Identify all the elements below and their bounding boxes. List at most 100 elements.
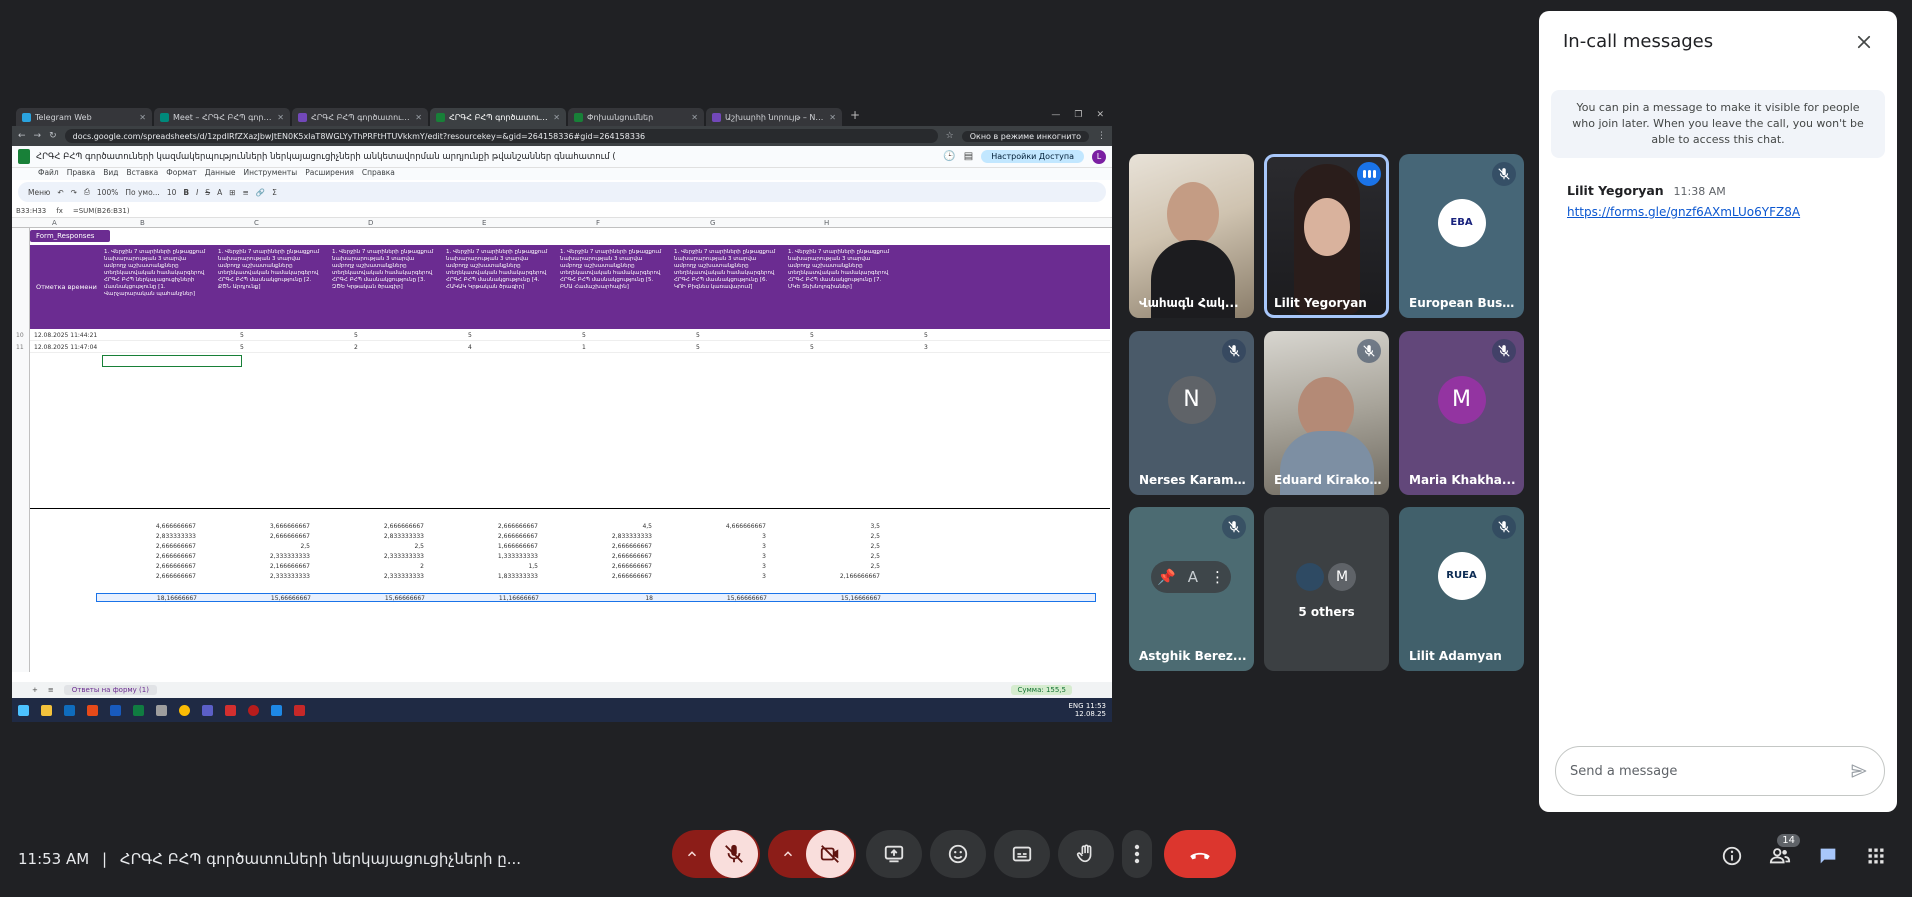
borders-icon[interactable]: ⊞ xyxy=(229,188,235,197)
sum-indicator[interactable]: Сумма: 155,5 xyxy=(1011,685,1072,695)
column-header[interactable]: H xyxy=(824,219,829,227)
close-tab-icon[interactable]: ✕ xyxy=(829,113,836,122)
search-menu[interactable]: Меню xyxy=(28,188,50,197)
back-icon[interactable]: ← xyxy=(18,131,26,141)
close-window-icon[interactable]: ✕ xyxy=(1096,110,1104,120)
table-row[interactable]: 2,666666667 2,333333333 2,333333333 1,83… xyxy=(96,572,1096,581)
sheets-logo-icon[interactable] xyxy=(18,149,30,164)
address-bar[interactable]: docs.google.com/spreadsheets/d/1zpdIRfZX… xyxy=(64,129,938,143)
column-header[interactable]: F xyxy=(596,219,600,227)
captions-button[interactable] xyxy=(994,830,1050,878)
close-tab-icon[interactable]: ✕ xyxy=(139,113,146,122)
app-icon[interactable] xyxy=(225,704,236,716)
form-responses-tag[interactable]: Form_Responses xyxy=(30,230,110,242)
table-row[interactable]: 11 12.08.2025 11:47:04 5 2 4 1 5 5 3 xyxy=(16,342,1110,353)
send-icon[interactable] xyxy=(1848,760,1870,782)
column-header[interactable]: E xyxy=(482,219,486,227)
table-row[interactable]: 2,666666667 2,166666667 2 1,5 2,66666666… xyxy=(96,562,1096,571)
browser-tab-1[interactable]: Telegram Web ✕ xyxy=(16,108,152,126)
all-sheets-icon[interactable]: ≡ xyxy=(48,686,54,694)
close-tab-icon[interactable]: ✕ xyxy=(553,113,560,122)
redo-icon[interactable]: ↷ xyxy=(71,188,77,197)
excel-icon[interactable] xyxy=(133,704,144,716)
taskbar-clock[interactable]: ENG 11:53 12.08.25 xyxy=(1068,702,1112,718)
new-tab-icon[interactable]: + xyxy=(844,108,866,122)
font-select[interactable]: По умо... xyxy=(125,188,159,197)
column-header[interactable]: G xyxy=(710,219,715,227)
forward-icon[interactable]: → xyxy=(34,131,42,141)
reload-icon[interactable]: ↻ xyxy=(49,131,57,141)
avatar[interactable]: L xyxy=(1092,149,1106,164)
pin-icon[interactable]: 📌 xyxy=(1157,568,1176,586)
reactions-button[interactable] xyxy=(930,830,986,878)
app-icon[interactable] xyxy=(271,704,282,716)
align-icon[interactable]: ≡ xyxy=(243,188,249,197)
print-icon[interactable]: ⎙ xyxy=(84,187,90,197)
table-row[interactable]: 2,833333333 2,666666667 2,833333333 2,66… xyxy=(96,532,1096,541)
menu-view[interactable]: Вид xyxy=(103,168,118,180)
message-input[interactable] xyxy=(1570,763,1848,779)
close-tab-icon[interactable]: ✕ xyxy=(415,113,422,122)
formula-input[interactable]: =SUM(B26:B31) xyxy=(73,207,130,215)
browser-tab-2[interactable]: Meet – ՀՐԳՀ ԲՀՊ գործա... ✕ xyxy=(154,108,290,126)
timestamp-header[interactable]: Отметка времени xyxy=(36,283,97,291)
menu-format[interactable]: Формат xyxy=(166,168,196,180)
table-row[interactable]: 2,666666667 2,5 2,5 1,666666667 2,666666… xyxy=(96,542,1096,551)
italic-icon[interactable]: I xyxy=(196,188,198,197)
participant-tile[interactable]: EBA European Busi... xyxy=(1399,154,1524,318)
star-icon[interactable]: ☆ xyxy=(946,131,954,141)
column-header[interactable]: B xyxy=(140,219,145,227)
chat-button[interactable] xyxy=(1814,842,1842,870)
participant-tile[interactable]: 📌 A ⋮ Astghik Berez... xyxy=(1129,507,1254,671)
question-header[interactable]: 1. Վերջին 7 տարիների ընթացքում նախարարու… xyxy=(102,249,212,325)
participant-tile[interactable]: Lilit Yegoryan xyxy=(1264,154,1389,318)
question-header[interactable]: 1. Վերջին 7 տարիների ընթացքում նախարարու… xyxy=(558,249,668,325)
menu-help[interactable]: Справка xyxy=(362,168,395,180)
table-row[interactable]: 2,666666667 2,333333333 2,333333333 1,33… xyxy=(96,552,1096,561)
maximize-icon[interactable]: ❐ xyxy=(1074,110,1082,120)
menu-insert[interactable]: Вставка xyxy=(127,168,159,180)
word-icon[interactable] xyxy=(110,704,121,716)
more-icon[interactable]: ⋮ xyxy=(1097,131,1106,141)
camera-toggle-button[interactable] xyxy=(806,830,854,878)
text-color-icon[interactable]: A xyxy=(217,188,222,197)
cell-reference[interactable]: B33:H33 xyxy=(16,207,46,215)
menu-extensions[interactable]: Расширения xyxy=(305,168,354,180)
minimize-icon[interactable]: — xyxy=(1051,110,1060,120)
incognito-badge[interactable]: Окно в режиме инкогнито xyxy=(961,130,1089,142)
sum-row[interactable]: 18,16666667 15,66666667 15,66666667 11,1… xyxy=(96,593,1096,602)
app-icon[interactable] xyxy=(87,704,98,716)
browser-tab-4[interactable]: ՀՐԳՀ ԲՀՊ գործատուների ն...✕ xyxy=(430,108,566,126)
raise-hand-button[interactable] xyxy=(1058,830,1114,878)
close-tab-icon[interactable]: ✕ xyxy=(277,113,284,122)
history-icon[interactable]: 🕒 xyxy=(943,151,955,162)
selected-cell[interactable] xyxy=(102,355,242,367)
question-header[interactable]: 1. Վերջին 7 տարիների ընթացքում նախարարու… xyxy=(216,249,326,325)
table-row[interactable]: 10 12.08.2025 11:44:21 5 5 5 5 5 5 5 xyxy=(16,330,1110,341)
acrobat-icon[interactable] xyxy=(294,704,305,716)
app-icon[interactable] xyxy=(248,704,259,716)
question-header[interactable]: 1. Վերջին 7 տարիների ընթացքում նախարարու… xyxy=(330,249,440,325)
activities-button[interactable] xyxy=(1862,842,1890,870)
more-options-icon[interactable]: ⋮ xyxy=(1210,568,1225,586)
message-link[interactable]: https://forms.gle/gnzf6AXmLUo6YFZ8A xyxy=(1567,205,1800,219)
spreadsheet-grid[interactable]: A B C D E F G H Form_Responses Отметка в… xyxy=(12,218,1112,672)
others-tile[interactable]: M 5 others xyxy=(1264,507,1389,671)
question-header[interactable]: 1. Վերջին 7 տարիների ընթացքում նախարարու… xyxy=(786,249,896,325)
browser-tab-6[interactable]: Աշխարհի նորույթ – News – 2...✕ xyxy=(706,108,842,126)
share-button[interactable]: Настройки Доступа xyxy=(981,150,1084,163)
close-icon[interactable] xyxy=(1851,29,1877,55)
sheet-title[interactable]: ՀՐԳՀ ԲՀՊ գործատուների կազմակերպություննե… xyxy=(36,152,616,162)
add-sheet-icon[interactable]: + xyxy=(32,686,38,694)
menu-tools[interactable]: Инструменты xyxy=(244,168,298,180)
comment-icon[interactable]: ▤ xyxy=(964,151,973,162)
teams-icon[interactable] xyxy=(202,704,213,716)
question-header[interactable]: 1. Վերջին 7 տարիների ընթացքում նախարարու… xyxy=(672,249,782,325)
font-size[interactable]: 10 xyxy=(167,188,177,197)
menu-data[interactable]: Данные xyxy=(205,168,236,180)
menu-file[interactable]: Файл xyxy=(38,168,59,180)
link-icon[interactable]: 🔗 xyxy=(256,188,265,197)
participant-tile[interactable]: M Maria Khakha... xyxy=(1399,331,1524,495)
participant-tile[interactable]: Վահագն Հակ... xyxy=(1129,154,1254,318)
more-options-button[interactable] xyxy=(1122,830,1152,878)
